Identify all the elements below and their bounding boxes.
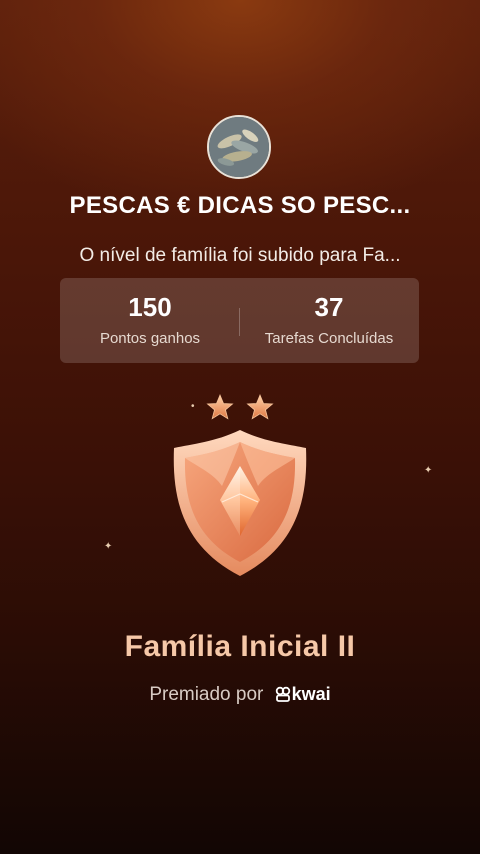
points-earned-value: 150 <box>128 292 172 322</box>
kwai-brand-name: kwai <box>291 684 331 704</box>
kwai-logo-icon <box>275 686 290 702</box>
star-icon <box>206 393 234 420</box>
group-name: PESCAS € DICAS SO PESC... <box>69 192 411 219</box>
shield-badge-icon <box>173 430 307 576</box>
awarded-by: Premiado por kwai <box>0 684 480 706</box>
stats-panel: 150 Pontos ganhos 37 Tarefas Concluídas <box>60 278 419 363</box>
level-up-message: O nível de família foi subido para Fa... <box>79 245 401 266</box>
fish-photo-icon <box>209 117 269 177</box>
points-earned-stat: 150 Pontos ganhos <box>60 278 240 363</box>
tasks-completed-value: 37 <box>314 292 344 322</box>
star-icon <box>246 393 274 420</box>
family-level-name: Família Inicial II <box>124 630 356 663</box>
level-stars <box>206 393 274 420</box>
sparkle-icon: ✦ <box>424 465 433 476</box>
tasks-completed-label: Tarefas Concluídas <box>264 330 394 347</box>
group-avatar[interactable] <box>207 115 271 179</box>
awarded-by-label: Premiado por <box>149 684 264 705</box>
sparkle-icon: ✦ <box>104 541 113 552</box>
points-earned-label: Pontos ganhos <box>99 330 201 347</box>
tasks-completed-stat: 37 Tarefas Concluídas <box>239 278 419 363</box>
sparkle-icon: • <box>191 401 195 412</box>
